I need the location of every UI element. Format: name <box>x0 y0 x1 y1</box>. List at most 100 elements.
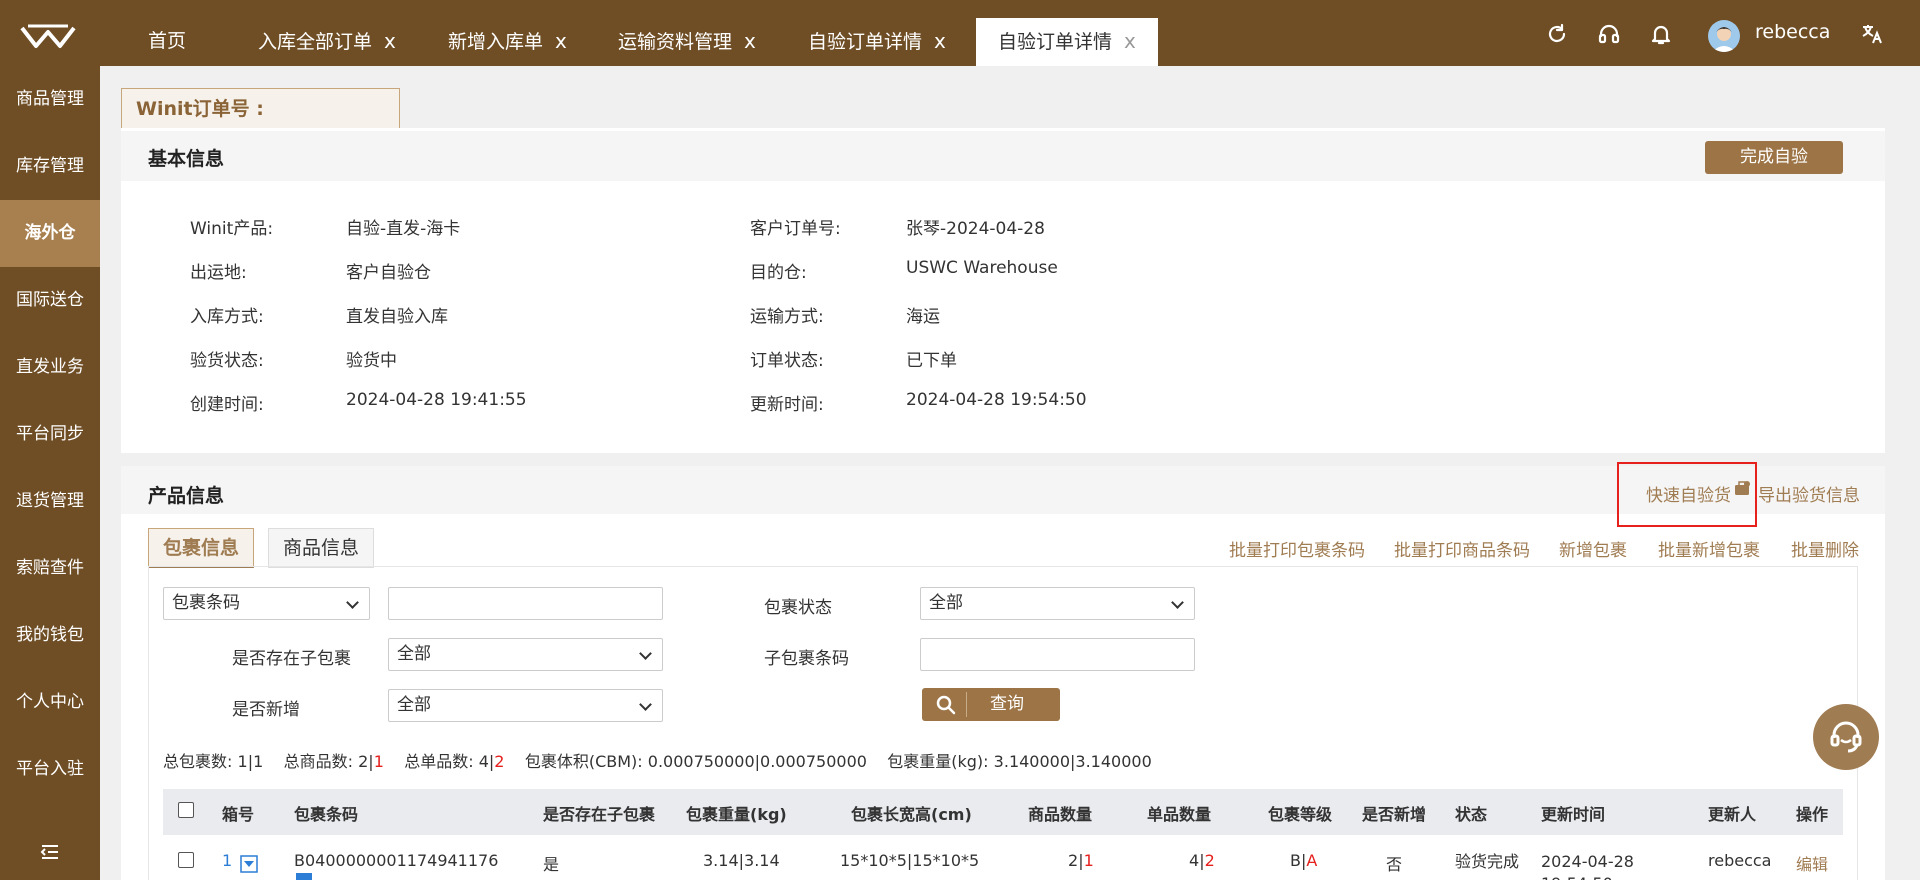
status: 验货完成 <box>1455 852 1520 871</box>
product-quantity-a: 2 <box>1068 851 1079 870</box>
sidebar-item-inventory-management[interactable]: 库存管理 <box>0 133 100 200</box>
barcode-input[interactable] <box>388 587 663 620</box>
batch-delete-link[interactable]: 批量删除 <box>1791 536 1859 561</box>
column-header: 状态 <box>1455 805 1488 824</box>
has-sub-package-select[interactable]: 全部 <box>388 638 663 671</box>
barcode-type-select[interactable]: 包裹条码 <box>163 587 370 620</box>
column-header: 是否新增 <box>1362 805 1427 824</box>
tab-home[interactable]: 首页 <box>148 18 186 66</box>
is-new-select[interactable]: 全部 <box>388 689 663 722</box>
tab-all-inbound-orders[interactable]: 入库全部订单 x <box>258 18 396 66</box>
info-value: 客户自验仓 <box>346 263 431 283</box>
sidebar-item-personal-center[interactable]: 个人中心 <box>0 669 100 736</box>
bell-icon[interactable] <box>1649 22 1673 46</box>
info-label: 目的仓: <box>750 263 807 283</box>
sidebar-item-direct-shipping[interactable]: 直发业务 <box>0 334 100 401</box>
top-bar: 首页 入库全部订单 x 新增入库单 x 运输资料管理 x 自验订单详情 x 自验订单详情… <box>0 0 1920 66</box>
column-header: 包裹条码 <box>294 805 359 824</box>
product-info-title: 产品信息 <box>148 485 225 507</box>
complete-inspection-button[interactable]: 完成自验 <box>1705 141 1843 174</box>
batch-print-package-barcode-link[interactable]: 批量打印包裹条码 <box>1229 536 1365 561</box>
package-barcode[interactable]: B0400000001174941176 <box>294 851 498 870</box>
sidebar-item-wallet[interactable]: 我的钱包 <box>0 602 100 669</box>
select-all-checkbox[interactable] <box>178 802 194 818</box>
info-value: 验货中 <box>346 351 397 371</box>
info-value: 直发自验入库 <box>346 307 448 327</box>
column-header: 包裹重量(kg) <box>686 805 787 824</box>
close-icon[interactable]: x <box>1124 29 1136 53</box>
export-inspection-link[interactable]: 导出验货信息 <box>1758 481 1860 506</box>
close-icon[interactable]: x <box>934 29 946 53</box>
sidebar-item-platform-sync[interactable]: 平台同步 <box>0 401 100 468</box>
support-headset-icon <box>1830 721 1862 753</box>
tab-product-info[interactable]: 商品信息 <box>268 528 375 568</box>
sidebar-item-international-delivery[interactable]: 国际送仓 <box>0 267 100 334</box>
package-grade-b: A <box>1306 851 1318 870</box>
updated-time: 2024-04-28 19:54:50 <box>1541 852 1634 880</box>
info-label: 创建时间: <box>190 395 264 415</box>
sidebar-item-returns[interactable]: 退货管理 <box>0 468 100 535</box>
winit-logo-icon[interactable] <box>18 20 78 50</box>
basic-info-title: 基本信息 <box>148 148 225 170</box>
sub-package-barcode-input[interactable] <box>920 638 1195 671</box>
info-label: 客户订单号: <box>750 219 841 239</box>
edit-link[interactable]: 编辑 <box>1796 851 1828 875</box>
info-value: 已下单 <box>906 351 957 371</box>
info-value: 2024-04-28 19:54:50 <box>906 390 1087 410</box>
is-new: 否 <box>1386 855 1403 874</box>
search-button[interactable]: 查询 <box>922 688 1060 721</box>
close-icon[interactable]: x <box>384 29 396 53</box>
item-quantity-b: 2 <box>1204 851 1215 870</box>
column-header: 包裹长宽高(cm) <box>851 805 972 824</box>
customer-support-button[interactable] <box>1813 704 1879 770</box>
column-header: 包裹等级 <box>1268 805 1333 824</box>
expand-row-icon[interactable] <box>240 855 258 873</box>
row-checkbox[interactable] <box>178 852 194 868</box>
is-new-label: 是否新增 <box>232 700 300 720</box>
info-label: 订单状态: <box>750 351 824 371</box>
tab-package-info[interactable]: 包裹信息 <box>148 528 255 568</box>
basic-info-header <box>121 131 1885 181</box>
sidebar-item-overseas-warehouse[interactable]: 海外仓 <box>0 200 100 267</box>
info-value: 2024-04-28 19:41:55 <box>346 390 527 410</box>
sub-package-barcode-label: 子包裹条码 <box>764 649 849 669</box>
user-avatar-icon <box>1712 27 1736 52</box>
close-icon[interactable]: x <box>744 29 756 53</box>
batch-add-package-link[interactable]: 批量新增包裹 <box>1658 536 1760 561</box>
sidebar-item-claims[interactable]: 索赔查件 <box>0 535 100 602</box>
has-sub-package-label: 是否存在子包裹 <box>232 649 351 669</box>
info-label: 更新时间: <box>750 395 824 415</box>
summary-value: 1 <box>253 752 264 771</box>
package-status-select[interactable]: 全部 <box>920 587 1195 620</box>
tab-self-inspect-detail-1[interactable]: 自验订单详情 x <box>808 18 946 66</box>
item-quantity: 4|2 <box>1189 851 1215 870</box>
package-grade: B|A <box>1290 851 1318 870</box>
info-label: 出运地: <box>190 263 247 283</box>
info-value: 海运 <box>906 307 940 327</box>
headset-icon[interactable] <box>1597 22 1621 46</box>
column-header: 单品数量 <box>1147 805 1212 824</box>
username[interactable]: rebecca <box>1755 21 1830 43</box>
tab-new-inbound-order[interactable]: 新增入库单 x <box>448 18 567 66</box>
summary-value: 4 <box>478 752 489 771</box>
box-number[interactable]: 1 <box>222 851 232 870</box>
sidebar-item-platform-onboarding[interactable]: 平台入驻 <box>0 736 100 803</box>
batch-print-product-barcode-link[interactable]: 批量打印商品条码 <box>1394 536 1530 561</box>
scrollbar[interactable] <box>1906 66 1920 880</box>
column-header: 更新时间 <box>1541 805 1606 824</box>
tab-self-inspect-detail-2[interactable]: 自验订单详情 x <box>976 18 1158 66</box>
package-weight: 3.14|3.14 <box>703 851 780 870</box>
translate-icon[interactable] <box>1860 22 1884 46</box>
refresh-icon[interactable] <box>1545 22 1569 46</box>
highlight-box <box>1617 462 1757 527</box>
collapse-menu-icon[interactable] <box>40 844 60 860</box>
tab-transport-docs[interactable]: 运输资料管理 x <box>618 18 756 66</box>
order-number-tab[interactable]: Winit订单号 : WI36293418 <box>121 88 400 160</box>
summary-label: 总商品数: <box>283 752 354 771</box>
close-icon[interactable]: x <box>555 29 567 53</box>
sidebar-item-product-management[interactable]: 商品管理 <box>0 66 100 133</box>
add-package-link[interactable]: 新增包裹 <box>1559 536 1627 561</box>
summary-label: 包裹体积(CBM): <box>524 752 643 771</box>
avatar[interactable] <box>1708 20 1740 52</box>
barcode-marker <box>296 873 312 880</box>
